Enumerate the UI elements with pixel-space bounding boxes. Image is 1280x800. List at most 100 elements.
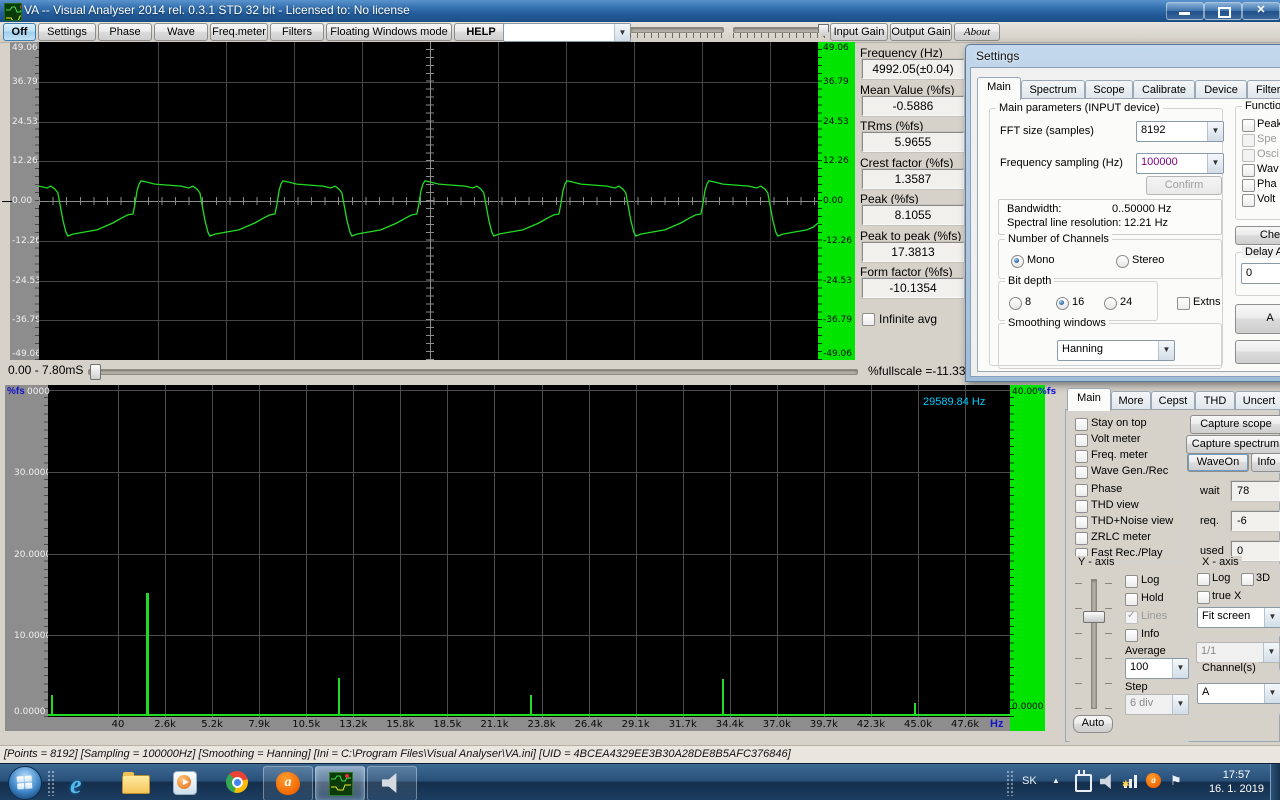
settings-tab-scope[interactable]: Scope [1085,80,1133,100]
panel-checkbox-phase[interactable] [1075,484,1088,497]
average-combobox[interactable]: 100▼ [1125,658,1189,679]
toolbar-button-off[interactable]: Off [3,23,36,41]
settings-tab-filters[interactable]: Filters [1247,80,1280,100]
toolbar-button-wave[interactable]: Wave [154,23,208,41]
settings-tab-main[interactable]: Main [977,77,1021,100]
infinite-avg-checkbox[interactable] [862,313,875,326]
power-plug-icon[interactable] [1075,774,1092,792]
frequency-sampling-combobox[interactable]: 100000▼ [1136,153,1224,174]
apply-button[interactable]: A [1235,304,1280,334]
window-minimize-button[interactable] [1166,2,1204,20]
panel-checkbox-thd-noise-view[interactable] [1075,516,1088,529]
channel-combobox[interactable]: A▼ [1197,683,1280,704]
settings-tab-device[interactable]: Device [1195,80,1247,100]
window-close-button[interactable]: ✕ [1242,2,1280,20]
function-checkbox-spe[interactable] [1242,134,1255,147]
tray-expand-icon[interactable]: ▲ [1052,776,1060,785]
spectrum-xtick-label: 21.1k [476,719,512,730]
delay-input[interactable]: 0 [1241,263,1280,284]
waveon-button[interactable]: WaveOn [1187,453,1249,472]
tray-avast-icon[interactable]: a [1146,773,1161,788]
mono-radio[interactable] [1011,255,1024,268]
scope-hscroll[interactable] [88,369,858,375]
chrome-icon[interactable] [226,771,248,793]
toolbar-button-phase[interactable]: Phase [98,23,152,41]
measurement-label: Frequency (Hz) [860,46,943,60]
media-player-icon[interactable] [173,771,197,795]
volume-mixer-taskbar-button[interactable] [367,766,417,800]
show-desktop-button[interactable] [1270,764,1280,800]
scope-ytick-label-right: -36.79 [823,315,852,325]
bit-depth-radio-24[interactable] [1104,297,1117,310]
y-axis-checkbox-hold[interactable] [1125,593,1138,606]
function-checkbox-volt[interactable] [1242,194,1255,207]
panel-checkbox-zrlc-meter[interactable] [1075,532,1088,545]
fft-size-combobox[interactable]: 8192▼ [1136,121,1224,142]
function-checkbox-pha[interactable] [1242,179,1255,192]
y-scale-slider-thumb[interactable] [1083,611,1105,623]
y-axis-checkbox-lines[interactable] [1125,611,1138,624]
fft-size-label: FFT size (samples) [1000,125,1094,137]
info-button[interactable]: Info [1251,453,1280,472]
toolbar-button-settings[interactable]: Settings [38,23,96,41]
spectrum-xtick-label: 39.7k [806,719,842,730]
start-button[interactable] [8,766,42,800]
scope-fullscale-label: %fullscale =-11.33 [868,364,966,378]
clock[interactable]: 17:5716. 1. 2019 [1209,768,1264,796]
panel-checkbox-volt-meter[interactable] [1075,434,1088,447]
toolbar-button-freq-meter[interactable]: Freq.meter [210,23,268,41]
truex-checkbox[interactable] [1197,591,1210,604]
auto-button[interactable]: Auto [1073,715,1113,733]
check-button[interactable]: Che [1235,226,1280,245]
y-axis-checkbox-log[interactable] [1125,575,1138,588]
network-icon[interactable]: ✱ [1124,775,1138,788]
panel-tab-cepst[interactable]: Cepst [1151,391,1195,411]
settings-tab-spectrum[interactable]: Spectrum [1021,80,1085,100]
x-axis-log-checkbox[interactable] [1197,573,1210,586]
tray-speaker-icon[interactable] [1100,774,1115,789]
extns-checkbox[interactable] [1177,297,1190,310]
action-center-flag-icon[interactable]: ⚑ [1170,773,1182,789]
settings-tab-calibrate[interactable]: Calibrate [1133,80,1195,100]
bit-depth-radio-8[interactable] [1009,297,1022,310]
language-indicator[interactable]: SK [1022,775,1037,787]
panel-tab-thd[interactable]: THD [1195,391,1235,411]
measurement-value: -0.5886 [862,96,964,116]
function-checkbox-osci[interactable] [1242,149,1255,162]
stereo-radio[interactable] [1116,255,1129,268]
bit-depth-radio-16[interactable] [1056,297,1069,310]
panel-tab-main[interactable]: Main [1067,388,1111,411]
toolbar-button-input-gain[interactable]: Input Gain [830,23,888,41]
toolbar-button-filters[interactable]: Filters [270,23,324,41]
window-restore-button[interactable] [1204,2,1242,20]
capture-spectrum-button[interactable]: Capture spectrum [1186,435,1280,454]
panel-tab-more[interactable]: More [1111,391,1151,411]
visual-analyser-taskbar-button[interactable] [315,766,365,800]
panel-checkbox-wave-gen-rec[interactable] [1075,466,1088,479]
y-axis-checkbox-info[interactable] [1125,629,1138,642]
avast-taskbar-button[interactable]: a [263,766,313,800]
x-axis-3d-checkbox[interactable] [1241,573,1254,586]
panel-checkbox-freq-meter[interactable] [1075,450,1088,463]
confirm-button[interactable]: Confirm [1146,176,1222,195]
function-checkbox-peak[interactable] [1242,119,1255,132]
step-combobox[interactable]: 6 div▼ [1125,694,1189,715]
panel-tab-uncert[interactable]: Uncert [1235,391,1280,411]
panel-checkbox-thd-view[interactable] [1075,500,1088,513]
capture-scope-button[interactable]: Capture scope [1190,415,1280,434]
toolbar-combobox[interactable]: ▼ [503,23,631,42]
explorer-folder-icon[interactable] [122,775,150,794]
toolbar-button-about[interactable]: About [954,23,1000,41]
toolbar-button-help[interactable]: HELP [454,23,508,41]
panel-checkbox-stay-on-top[interactable] [1075,418,1088,431]
toolbar-button-floating-windows-mode[interactable]: Floating Windows mode [326,23,452,41]
settings-extra-button[interactable] [1235,340,1280,364]
smoothing-combobox[interactable]: Hanning▼ [1057,340,1175,361]
ratio-combobox[interactable]: 1/1▼ [1196,642,1280,663]
toolbar-button-output-gain[interactable]: Output Gain [890,23,952,41]
function-checkbox-wav[interactable] [1242,164,1255,177]
y-scale-slider-track[interactable] [1091,579,1097,709]
fit-screen-combobox[interactable]: Fit screen▼ [1197,607,1280,628]
ie-icon[interactable]: e [70,770,98,796]
scope-hscroll-thumb[interactable] [90,364,101,380]
